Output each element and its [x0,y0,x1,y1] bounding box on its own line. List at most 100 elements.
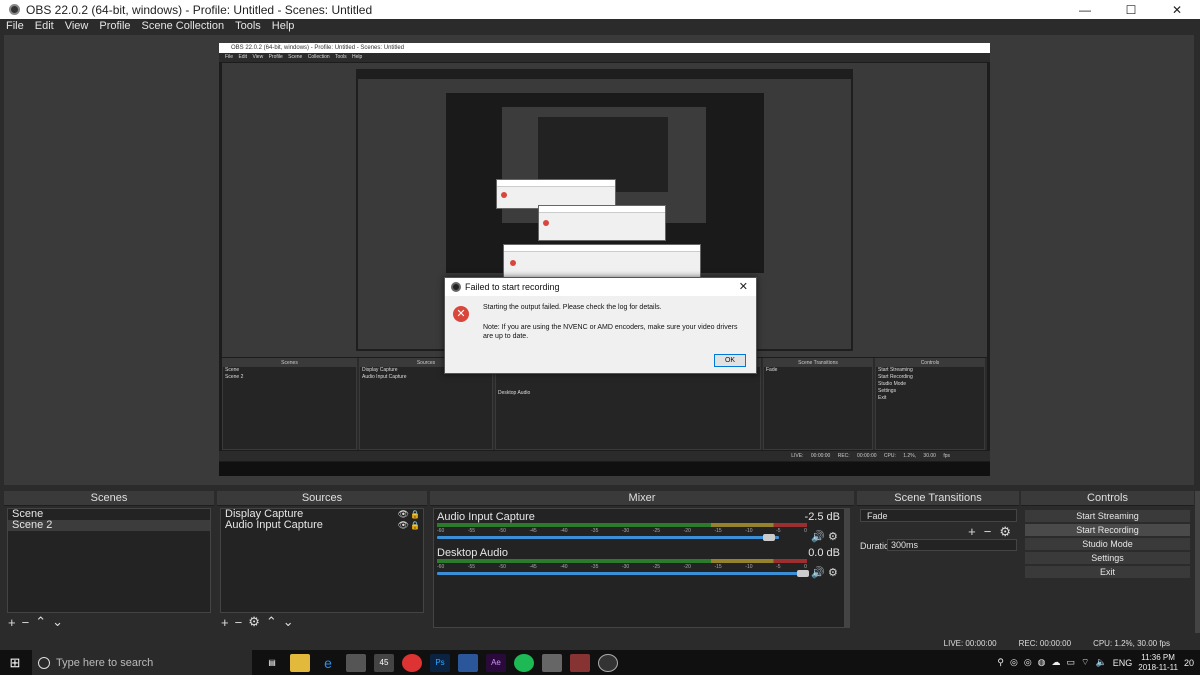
volume-meter [437,523,807,527]
task-view-icon[interactable]: ▤ [262,654,282,672]
people-icon[interactable]: ⚲ [997,657,1004,668]
obs-window: OBS 22.0.2 (64-bit, windows) - Profile: … [0,0,1200,675]
cloud-icon[interactable]: ☁ [1052,657,1061,668]
studio-mode-button[interactable]: Studio Mode [1025,538,1190,550]
gear-icon[interactable]: ⚙ [999,524,1011,540]
move-down-icon[interactable]: ⌄ [52,614,63,630]
mail-badge: 45 [379,658,389,667]
taskbar-search[interactable]: Type here to search [32,650,252,675]
volume-meter [437,559,807,563]
nested-title: OBS 22.0.2 (64-bit, windows) - Profile: … [219,43,990,53]
wifi-icon[interactable]: ⌔ [1081,657,1089,668]
search-circle-icon [38,656,50,669]
window-scrollbar[interactable] [1195,491,1200,633]
start-streaming-button[interactable]: Start Streaming [1025,510,1190,522]
volume-slider[interactable] [437,536,779,539]
gear-icon[interactable]: ⚙ [828,566,838,579]
language-indicator[interactable]: ENG [1113,658,1133,668]
menu-profile[interactable]: Profile [99,20,130,32]
track-db: 0.0 dB [808,547,840,559]
volume-slider-handle[interactable] [763,534,775,541]
windows-start-icon[interactable]: ⊞ [0,650,30,675]
add-icon[interactable]: + [221,615,229,630]
start-recording-button[interactable]: Start Recording [1025,524,1190,536]
dialog-message: Starting the output failed. Please check… [483,304,662,311]
meter-ticks: -60 -55 -50 -45 -40 -35 -30 -25 -20 -15 -10 -5 0 [437,564,807,570]
remove-icon[interactable]: − [22,615,30,630]
track-name: Desktop Audio [437,547,508,559]
minimize-button[interactable]: — [1062,0,1108,19]
ok-button[interactable]: OK [714,354,746,367]
mail-icon[interactable]: 45 [374,653,394,672]
lock-icon[interactable]: 🔒 [410,520,420,531]
edge-icon[interactable]: e [318,654,338,672]
settings-button[interactable]: Settings [1025,552,1190,564]
menu-file[interactable]: File [6,20,24,32]
menu-scene-collection[interactable]: Scene Collection [142,20,225,32]
nested-transitions: Scene Transitions Fade [763,358,873,450]
menu-edit[interactable]: Edit [35,20,54,32]
tray-icon[interactable]: ◎ [1010,657,1018,668]
speaker-icon[interactable]: 🔊 [811,566,825,579]
volume-slider[interactable] [437,572,801,575]
move-down-icon[interactable]: ⌄ [283,614,294,630]
nested-scenes: Scenes Scene Scene 2 [222,358,357,450]
file-explorer-icon[interactable] [290,653,310,672]
dialog-title: Failed to start recording [465,282,560,292]
menu-help[interactable]: Help [272,20,295,32]
mixer-header: Mixer [430,491,854,506]
nested-menu: File Edit View Profile Scene Collection … [219,53,990,62]
lock-icon[interactable]: 🔒 [410,509,420,520]
nested-obs-capture: OBS 22.0.2 (64-bit, windows) - Profile: … [219,43,990,476]
chrome-icon[interactable] [402,653,422,672]
battery-icon[interactable]: ▭ [1067,657,1076,668]
app-icon[interactable] [570,653,590,672]
duration-input[interactable]: 300ms [887,539,1017,551]
tray-icon[interactable]: ◍ [1038,657,1046,668]
eye-icon[interactable]: 👁 [398,509,409,520]
move-up-icon[interactable]: ⌃ [35,614,46,630]
transitions-panel: Scene Transitions Fade + − ⚙ Duration 30… [857,491,1019,633]
scenes-header: Scenes [4,491,214,506]
app-icon[interactable] [458,653,478,672]
dialog-close-button[interactable]: ✕ [739,280,748,293]
track-name: Audio Input Capture [437,511,535,523]
remove-icon[interactable]: − [235,615,243,630]
scene-item[interactable]: Scene 2 [8,520,210,531]
mixer-tracks: Audio Input Capture -2.5 dB -60 -55 -50 -45… [433,508,845,628]
gear-icon[interactable]: ⚙ [828,530,838,543]
menu-view[interactable]: View [65,20,89,32]
move-up-icon[interactable]: ⌃ [266,614,277,630]
eye-icon[interactable]: 👁 [398,520,409,531]
scenes-list: Scene Scene 2 [7,508,211,613]
store-icon[interactable] [346,653,366,672]
tray-icon[interactable]: ◎ [1024,657,1032,668]
gear-icon[interactable]: ⚙ [248,614,260,630]
spotify-icon[interactable] [514,653,534,672]
obs-taskbar-icon[interactable] [598,653,618,672]
mixer-scrollbar[interactable] [845,508,850,628]
source-item[interactable]: Audio Input Capture 👁 🔒 [221,520,423,531]
photoshop-icon[interactable]: Ps [430,653,450,672]
volume-slider-handle[interactable] [797,570,809,577]
menu-tools[interactable]: Tools [235,20,261,32]
after-effects-icon[interactable]: Ae [486,653,506,672]
track-db: -2.5 dB [804,511,840,523]
maximize-button[interactable]: ☐ [1108,0,1154,19]
cpu-status: CPU: 1.2%, 30.00 fps [1093,638,1170,648]
add-icon[interactable]: + [968,524,976,540]
exit-button[interactable]: Exit [1025,566,1190,578]
preview-canvas[interactable]: OBS 22.0.2 (64-bit, windows) - Profile: … [4,35,1194,485]
title-bar: OBS 22.0.2 (64-bit, windows) - Profile: … [0,0,1200,19]
app-icon[interactable] [542,653,562,672]
clock[interactable]: 11:36 PM 2018-11-11 [1138,653,1178,673]
add-icon[interactable]: + [8,615,16,630]
transitions-header: Scene Transitions [857,491,1019,506]
close-button[interactable]: ✕ [1154,0,1200,19]
remove-icon[interactable]: − [984,524,992,540]
volume-icon[interactable]: 🔈 [1096,657,1107,668]
notification-icon[interactable]: 20 [1184,658,1194,668]
obs-logo-icon [451,282,461,292]
transition-select[interactable]: Fade [860,509,1017,522]
speaker-icon[interactable]: 🔊 [811,530,825,543]
